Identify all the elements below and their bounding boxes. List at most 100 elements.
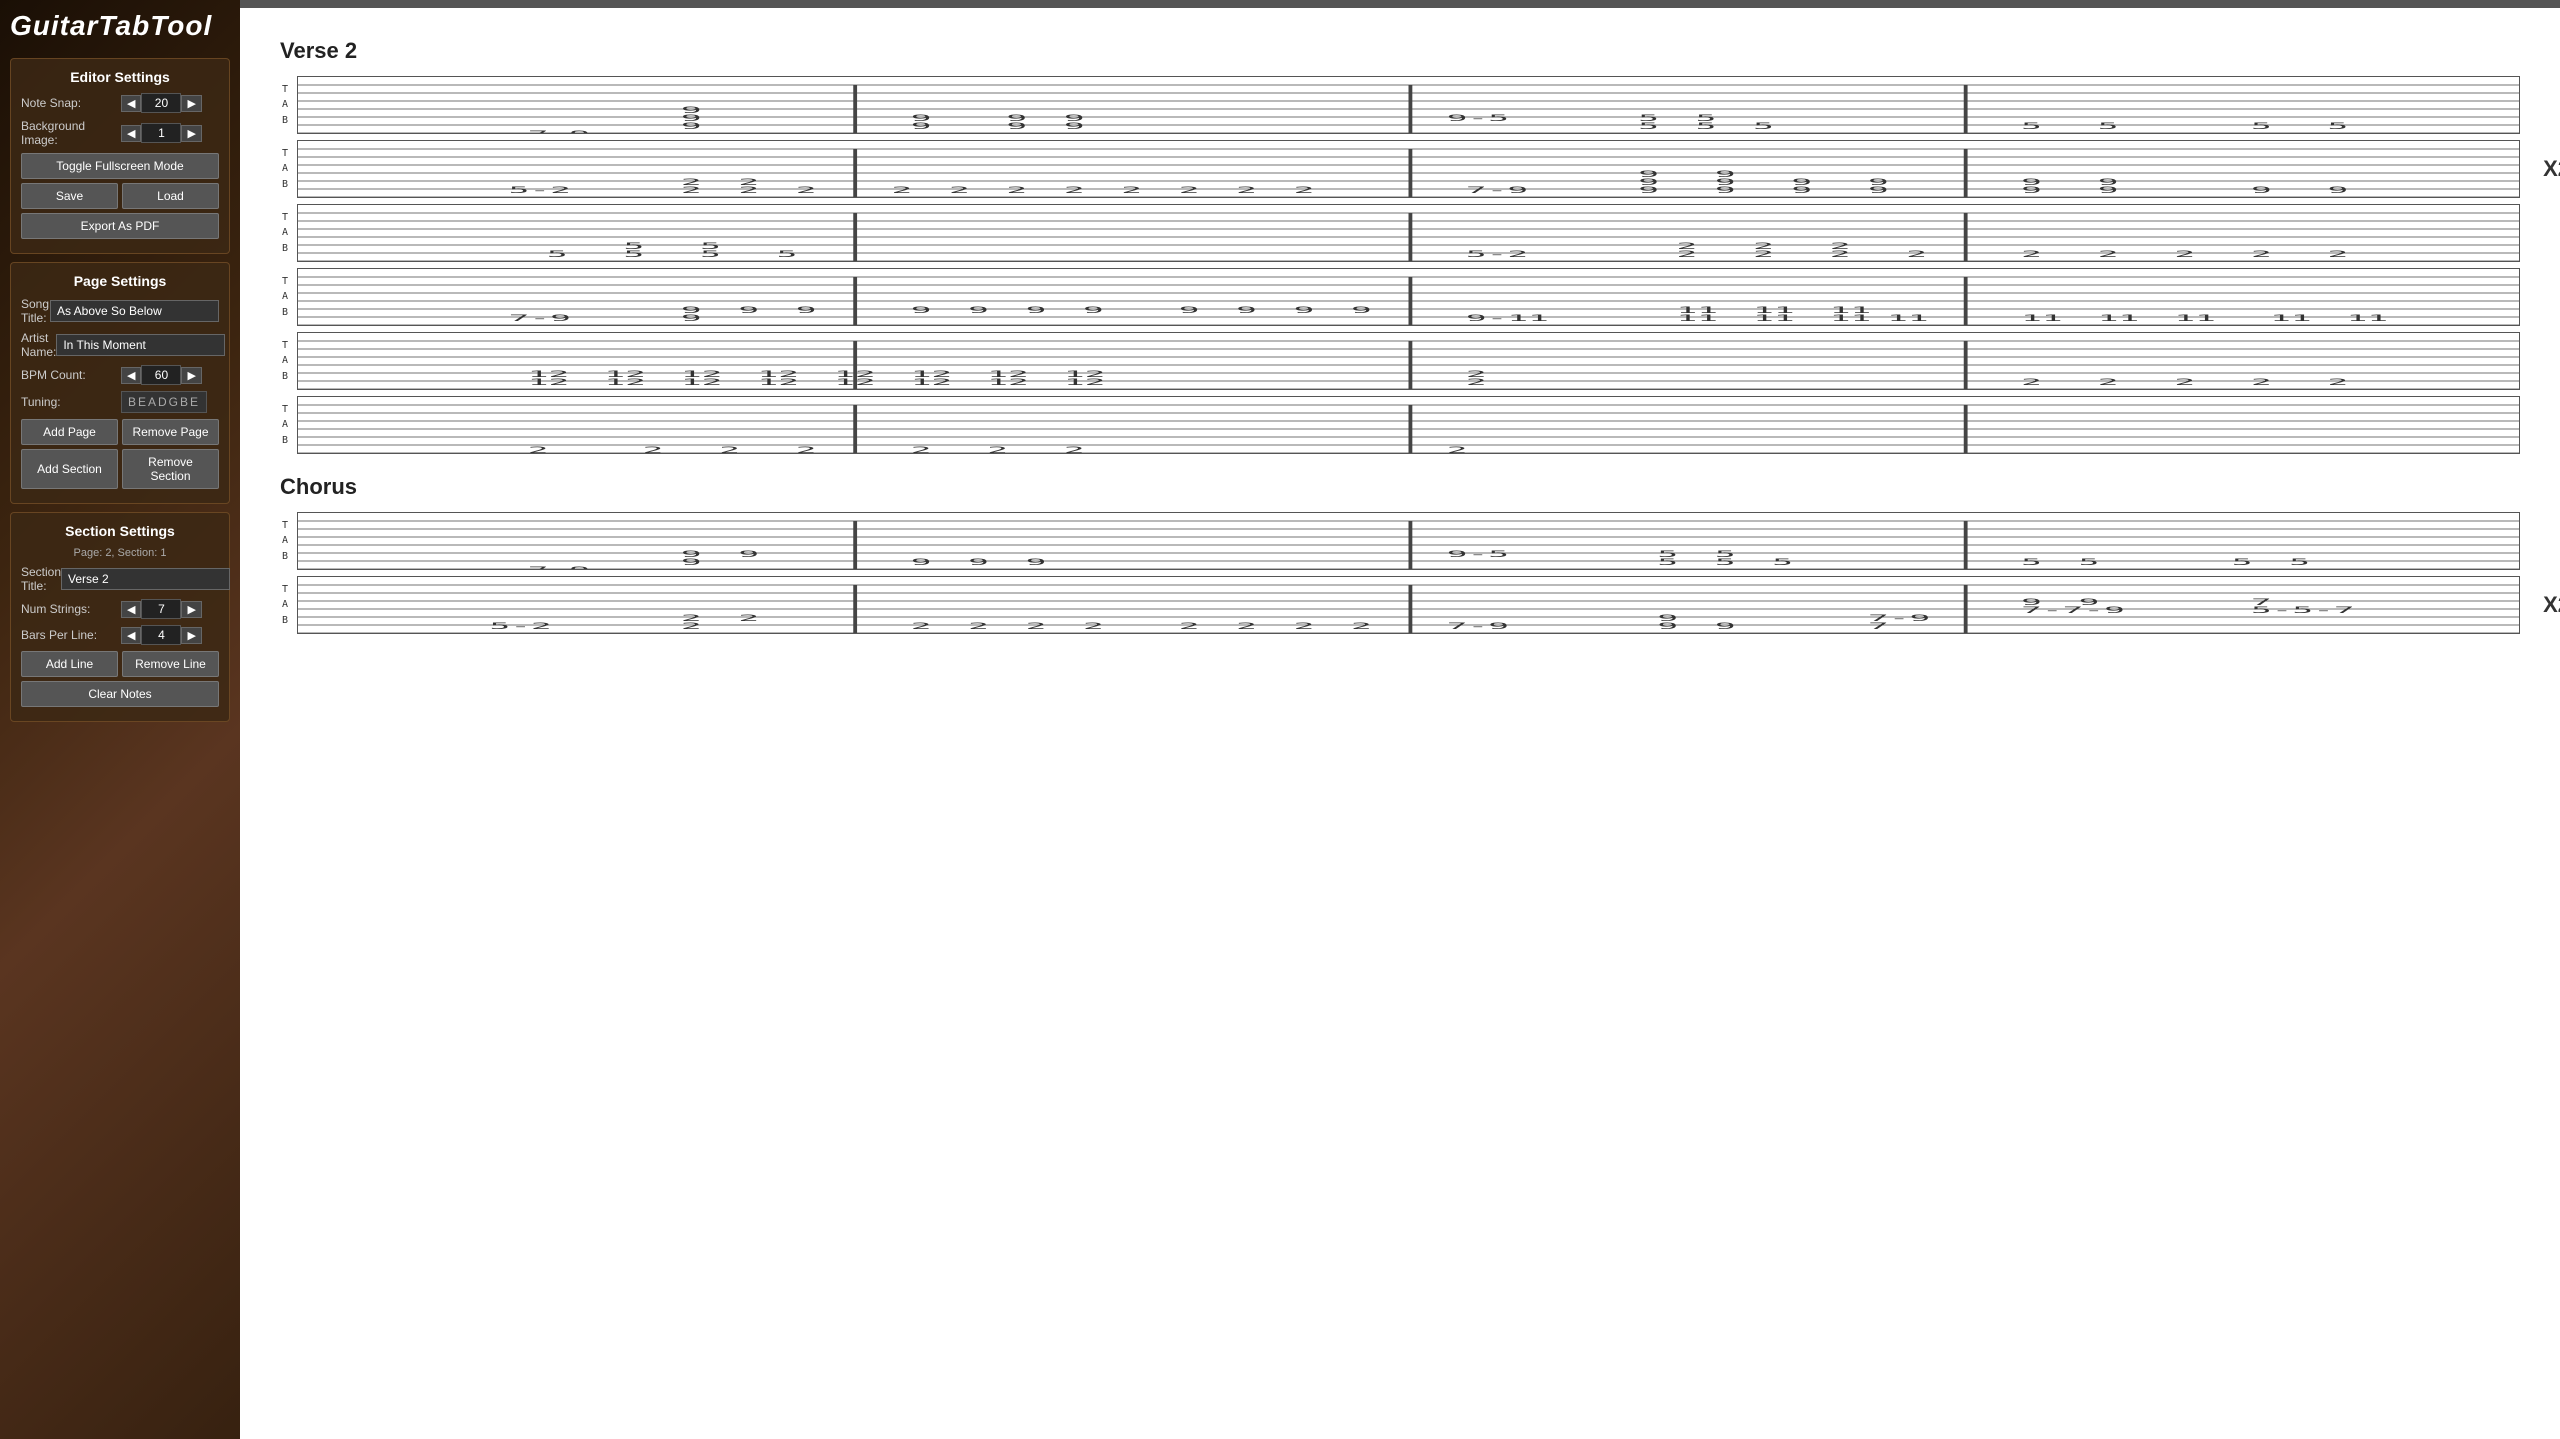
- svg-text:5: 5: [1715, 549, 1736, 559]
- save-button[interactable]: Save: [21, 183, 118, 209]
- bars-increase[interactable]: ▶: [181, 627, 201, 644]
- section-settings-title: Section Settings: [21, 523, 219, 539]
- tab-label-6: TAB: [280, 396, 298, 454]
- svg-text:2: 2: [911, 445, 932, 454]
- svg-text:5: 5: [777, 249, 798, 259]
- svg-text:2: 2: [1236, 185, 1257, 195]
- svg-text:5: 5: [2251, 121, 2272, 131]
- remove-line-button[interactable]: Remove Line: [122, 651, 219, 677]
- tab-display-panel: Verse 2 TAB: [240, 0, 2560, 1439]
- svg-text:12: 12: [987, 369, 1028, 379]
- svg-text:12: 12: [834, 369, 875, 379]
- add-line-button[interactable]: Add Line: [21, 651, 118, 677]
- num-strings-increase[interactable]: ▶: [181, 601, 201, 618]
- section-settings-panel: Section Settings Page: 2, Section: 1 Sec…: [10, 512, 230, 722]
- load-button[interactable]: Load: [122, 183, 219, 209]
- remove-section-button[interactable]: Remove Section: [122, 449, 219, 489]
- bars-decrease[interactable]: ◀: [121, 627, 141, 644]
- tab-label-3: TAB: [280, 204, 298, 262]
- tab-staff-3[interactable]: 5 555 55 5-2 2222 222 22 222: [298, 204, 2520, 262]
- svg-text:5: 5: [2098, 121, 2119, 131]
- tab-staff-1[interactable]: 7-9 9 9 9 999 999 9-5 555 55 55 55: [298, 76, 2520, 134]
- num-strings-decrease[interactable]: ◀: [121, 601, 141, 618]
- svg-text:5: 5: [547, 249, 568, 259]
- svg-text:2: 2: [1083, 621, 1104, 631]
- svg-text:2: 2: [1026, 621, 1047, 631]
- add-page-button[interactable]: Add Page: [21, 419, 118, 445]
- clear-notes-button[interactable]: Clear Notes: [21, 681, 219, 707]
- svg-text:7-9: 7-9: [1447, 621, 1509, 631]
- bpm-decrease[interactable]: ◀: [121, 367, 141, 384]
- svg-text:2: 2: [2021, 377, 2042, 387]
- svg-text:9-5: 9-5: [1447, 549, 1509, 559]
- svg-text:2: 2: [681, 177, 702, 187]
- editor-settings-title: Editor Settings: [21, 69, 219, 85]
- artist-name-input[interactable]: [56, 334, 225, 356]
- tab-label-1: TAB: [280, 76, 298, 134]
- svg-text:7-9: 7-9: [1868, 613, 1930, 623]
- app-title: GuitarTabTool: [10, 10, 230, 42]
- svg-text:9: 9: [1791, 177, 1812, 187]
- svg-text:11: 11: [1677, 305, 1718, 315]
- svg-text:9: 9: [1351, 305, 1372, 315]
- remove-page-button[interactable]: Remove Page: [122, 419, 219, 445]
- bg-image-value: 1: [141, 123, 181, 143]
- tab-content[interactable]: Verse 2 TAB: [240, 8, 2560, 1439]
- note-snap-label: Note Snap:: [21, 96, 121, 110]
- svg-text:7-9: 7-9: [509, 313, 571, 323]
- bars-per-line-label: Bars Per Line:: [21, 628, 121, 642]
- toggle-fullscreen-button[interactable]: Toggle Fullscreen Mode: [21, 153, 219, 179]
- svg-text:9: 9: [1026, 305, 1047, 315]
- svg-text:11: 11: [2098, 313, 2139, 323]
- svg-text:9: 9: [1715, 621, 1736, 631]
- section-title-input[interactable]: [61, 568, 230, 590]
- svg-text:9-5: 9-5: [1447, 113, 1509, 123]
- svg-text:5: 5: [1657, 549, 1678, 559]
- chorus-tab-line-1: TAB 7-9 9 99 999: [280, 512, 2520, 570]
- section-title-label: Section Title:: [21, 565, 61, 593]
- svg-text:2: 2: [949, 185, 970, 195]
- add-section-button[interactable]: Add Section: [21, 449, 118, 489]
- bg-image-decrease[interactable]: ◀: [121, 125, 141, 142]
- x2-marker-2: X2: [2543, 592, 2560, 618]
- svg-text:9: 9: [2098, 177, 2119, 187]
- tab-line-2: TAB 5-2 2 2 2 222: [280, 140, 2520, 198]
- svg-text:9: 9: [738, 305, 759, 315]
- chorus-tab-label-1: TAB: [280, 512, 298, 570]
- artist-name-label: Artist Name:: [21, 331, 56, 359]
- tab-svg-1: 7-9 9 9 9 999 999 9-5 555 55 55 55: [298, 77, 2519, 134]
- svg-text:11: 11: [2021, 313, 2062, 323]
- song-title-input[interactable]: [50, 300, 219, 322]
- svg-text:2: 2: [892, 185, 913, 195]
- bpm-value: 60: [141, 365, 181, 385]
- svg-text:2: 2: [528, 445, 549, 454]
- svg-text:9: 9: [911, 557, 932, 567]
- tab-staff-5[interactable]: 12121212 12121212 12121212 12121212 2 2 …: [298, 332, 2520, 390]
- tab-staff-6[interactable]: 2 222 222 2: [298, 396, 2520, 454]
- export-pdf-button[interactable]: Export As PDF: [21, 213, 219, 239]
- note-snap-increase[interactable]: ▶: [181, 95, 201, 112]
- svg-text:12: 12: [758, 369, 799, 379]
- svg-text:5: 5: [2079, 557, 2100, 567]
- svg-text:2: 2: [1447, 445, 1468, 454]
- bg-image-increase[interactable]: ▶: [181, 125, 201, 142]
- chorus-tab-staff-2[interactable]: 5-2 2 22 2222 2222 7-9 99 9 7 7-9 7-7-9 …: [298, 576, 2520, 634]
- tab-svg-2: 5-2 2 2 2 2222 2222 22 7-9 9999 99 99 99…: [298, 141, 2519, 198]
- tab-line-3: TAB 5 555 55: [280, 204, 2520, 262]
- tab-label-4: TAB: [280, 268, 298, 326]
- tuning-label: Tuning:: [21, 395, 121, 409]
- svg-text:2: 2: [1006, 185, 1027, 195]
- bpm-increase[interactable]: ▶: [181, 367, 201, 384]
- svg-text:2: 2: [2021, 249, 2042, 259]
- svg-text:9: 9: [1236, 305, 1257, 315]
- svg-text:2: 2: [2328, 377, 2349, 387]
- tab-label-5: TAB: [280, 332, 298, 390]
- tab-staff-2[interactable]: 5-2 2 2 2 2222 2222 22 7-9 9999 99 99 99…: [298, 140, 2520, 198]
- note-snap-decrease[interactable]: ◀: [121, 95, 141, 112]
- tab-bar: [240, 0, 2560, 8]
- bpm-label: BPM Count:: [21, 368, 121, 382]
- svg-text:5: 5: [2021, 121, 2042, 131]
- svg-text:5: 5: [1753, 121, 1774, 131]
- tab-staff-4[interactable]: 7-9 9 999 9999 9999 9-11 11111111 111111…: [298, 268, 2520, 326]
- chorus-tab-staff-1[interactable]: 7-9 9 99 999 9-5 555 55 55 55: [298, 512, 2520, 570]
